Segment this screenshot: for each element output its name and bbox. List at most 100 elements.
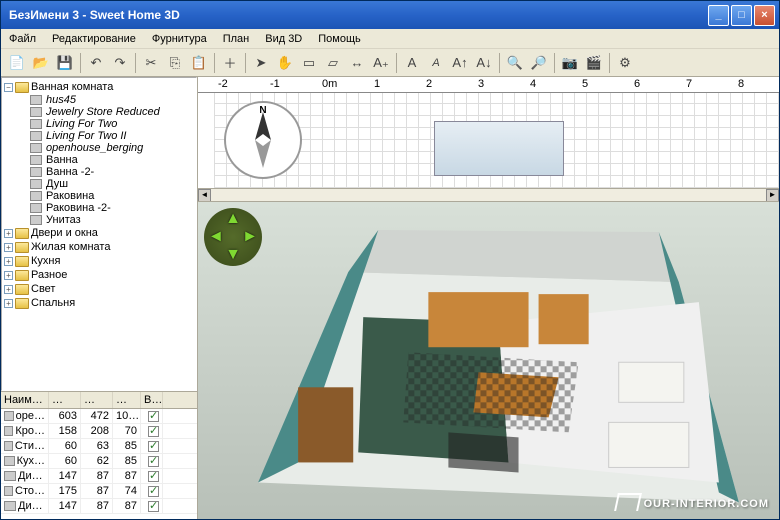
col-height[interactable]: … xyxy=(113,392,141,408)
catalog-item[interactable]: Душ xyxy=(4,178,194,190)
copy-icon[interactable]: ⎘ xyxy=(164,52,186,74)
undo-icon[interactable]: ↶ xyxy=(85,52,107,74)
pan-icon[interactable]: ✋ xyxy=(274,52,296,74)
table-row[interactable]: Кро…15820870✓ xyxy=(1,424,197,439)
menu-edit[interactable]: Редактирование xyxy=(48,31,140,47)
col-depth[interactable]: … xyxy=(81,392,113,408)
col-visible[interactable]: В… xyxy=(141,392,163,408)
titlebar[interactable]: БезИмени 3 - Sweet Home 3D _ □ × xyxy=(1,1,779,29)
wall-icon[interactable]: ▭ xyxy=(298,52,320,74)
table-row[interactable]: оре…60347210…✓ xyxy=(1,409,197,424)
col-name[interactable]: Наим… xyxy=(1,392,49,408)
tree-category[interactable]: + Спальня xyxy=(4,296,194,310)
menu-furniture[interactable]: Фурнитура xyxy=(148,31,211,47)
compass-icon[interactable] xyxy=(224,101,302,179)
catalog-item[interactable]: Унитаз xyxy=(4,214,194,226)
checkbox-icon[interactable]: ✓ xyxy=(148,441,159,452)
decrease-font-icon[interactable]: A↓ xyxy=(473,52,495,74)
add-furniture-icon[interactable]: ＋ xyxy=(219,52,241,74)
ruler-tick: 2 xyxy=(426,78,432,90)
video-icon[interactable]: 🎬 xyxy=(583,52,605,74)
bold-icon[interactable]: A xyxy=(401,52,423,74)
scroll-left-icon[interactable]: ◄ xyxy=(198,189,211,202)
house-icon xyxy=(614,493,642,511)
catalog-item[interactable]: Ванна xyxy=(4,154,194,166)
table-row[interactable]: Кух…606285✓ xyxy=(1,454,197,469)
menu-view3d[interactable]: Вид 3D xyxy=(261,31,306,47)
item-label: Душ xyxy=(46,178,68,190)
plan-2d-view[interactable]: -2-10m12345678 ◄ ► xyxy=(198,77,779,202)
zoom-out-icon[interactable]: 🔎 xyxy=(528,52,550,74)
row-icon xyxy=(4,426,13,436)
tree-category[interactable]: − Ванная комната xyxy=(4,80,194,94)
collapse-icon[interactable]: − xyxy=(4,83,13,92)
ruler-tick: 6 xyxy=(634,78,640,90)
checkbox-icon[interactable]: ✓ xyxy=(148,471,159,482)
catalog-item[interactable]: Jewelry Store Reduced xyxy=(4,106,194,118)
minimize-button[interactable]: _ xyxy=(708,5,729,26)
table-row[interactable]: Ди…1478787✓ xyxy=(1,499,197,514)
expand-icon[interactable]: + xyxy=(4,229,13,238)
close-button[interactable]: × xyxy=(754,5,775,26)
camera-icon[interactable]: 📷 xyxy=(559,52,581,74)
checkbox-icon[interactable]: ✓ xyxy=(148,501,159,512)
checkbox-icon[interactable]: ✓ xyxy=(148,426,159,437)
open-icon[interactable]: 📂 xyxy=(30,52,52,74)
catalog-item[interactable]: Ванна -2- xyxy=(4,166,194,178)
checkbox-icon[interactable]: ✓ xyxy=(148,456,159,467)
furniture-list[interactable]: Наим… … … … В… оре…60347210…✓Кро…1582087… xyxy=(1,391,197,519)
redo-icon[interactable]: ↷ xyxy=(109,52,131,74)
table-header[interactable]: Наим… … … … В… xyxy=(1,392,197,409)
catalog-item[interactable]: Раковина xyxy=(4,190,194,202)
tree-category[interactable]: +Разное xyxy=(4,268,194,282)
expand-icon[interactable]: + xyxy=(4,257,13,266)
dimension-icon[interactable]: ↔ xyxy=(346,52,368,74)
menu-help[interactable]: Помощь xyxy=(314,31,365,47)
cut-icon[interactable]: ✂ xyxy=(140,52,162,74)
menu-file[interactable]: Файл xyxy=(5,31,40,47)
category-label: Двери и окна xyxy=(31,227,98,239)
menu-plan[interactable]: План xyxy=(219,31,254,47)
tree-category[interactable]: + Двери и окна xyxy=(4,226,194,240)
checkbox-icon[interactable]: ✓ xyxy=(148,411,159,422)
expand-icon[interactable]: + xyxy=(4,299,13,308)
catalog-item[interactable]: openhouse_berging xyxy=(4,142,194,154)
furniture-catalog[interactable]: − Ванная комната hus45Jewelry Store Redu… xyxy=(1,77,197,391)
plan-model-preview[interactable] xyxy=(434,121,564,176)
select-icon[interactable]: ➤ xyxy=(250,52,272,74)
col-width[interactable]: … xyxy=(49,392,81,408)
paste-icon[interactable]: 📋 xyxy=(188,52,210,74)
increase-font-icon[interactable]: A↑ xyxy=(449,52,471,74)
table-row[interactable]: Сто…1758774✓ xyxy=(1,484,197,499)
expand-icon[interactable]: + xyxy=(4,271,13,280)
scrollbar-horizontal[interactable]: ◄ ► xyxy=(198,188,779,201)
item-label: Раковина -2- xyxy=(46,202,111,214)
preferences-icon[interactable]: ⚙ xyxy=(614,52,636,74)
category-label: Спальня xyxy=(31,297,75,309)
catalog-item[interactable]: Living For Two xyxy=(4,118,194,130)
maximize-button[interactable]: □ xyxy=(731,5,752,26)
tree-category[interactable]: +Жилая комната xyxy=(4,240,194,254)
text-icon[interactable]: A₊ xyxy=(370,52,392,74)
ruler-tick: -1 xyxy=(270,78,280,90)
plan-grid[interactable] xyxy=(214,93,779,188)
expand-icon[interactable]: + xyxy=(4,285,13,294)
checkbox-icon[interactable]: ✓ xyxy=(148,486,159,497)
expand-icon[interactable]: + xyxy=(4,243,13,252)
view-3d[interactable]: ▲ ▼ ◄ ► xyxy=(198,202,779,519)
tree-category[interactable]: +Свет xyxy=(4,282,194,296)
room-icon[interactable]: ▱ xyxy=(322,52,344,74)
scroll-track[interactable] xyxy=(211,189,766,201)
catalog-item[interactable]: hus45 xyxy=(4,94,194,106)
table-row[interactable]: Сти…606385✓ xyxy=(1,439,197,454)
tree-category[interactable]: +Кухня xyxy=(4,254,194,268)
zoom-in-icon[interactable]: 🔍 xyxy=(504,52,526,74)
table-row[interactable]: Ди…1478787✓ xyxy=(1,469,197,484)
catalog-item[interactable]: Раковина -2- xyxy=(4,202,194,214)
new-icon[interactable]: 📄 xyxy=(6,52,28,74)
italic-icon[interactable]: A xyxy=(425,52,447,74)
nav-left-icon[interactable]: ◄ xyxy=(208,228,224,246)
catalog-item[interactable]: Living For Two II xyxy=(4,130,194,142)
save-icon[interactable]: 💾 xyxy=(54,52,76,74)
scroll-right-icon[interactable]: ► xyxy=(766,189,779,202)
